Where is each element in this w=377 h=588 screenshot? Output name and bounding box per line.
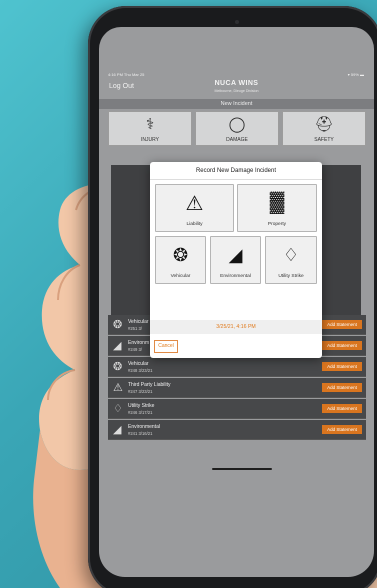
incident-subtitle: #246 3/17/21 [128, 410, 153, 415]
incident-subtitle: #241 3/16/21 [128, 431, 153, 436]
steering-wheel-icon: ❂ [113, 361, 123, 373]
option-label: Environmental [220, 274, 251, 279]
add-statement-button[interactable]: Add Statement [322, 425, 362, 434]
add-statement-button[interactable]: Add Statement [322, 404, 362, 413]
damage-button[interactable]: ◯ DAMAGE [195, 111, 279, 146]
incident-title: Vehicular [128, 361, 149, 367]
incident-subtitle: #251 3/ [128, 326, 142, 331]
category-label: DAMAGE [226, 137, 248, 143]
add-statement-button[interactable]: Add Statement [322, 383, 362, 392]
app-title: NUCA WINS [214, 80, 259, 87]
list-item[interactable]: ❂ Vehicular #248 3/23/21 Add Statement [108, 357, 366, 377]
incident-title: Environmental [128, 424, 160, 430]
incident-title: Third Party Liability [128, 382, 171, 388]
app-subtitle: Melbourne, Dieuge Division [214, 89, 259, 93]
add-statement-button[interactable]: Add Statement [322, 362, 362, 371]
safety-button[interactable]: ⛑ SAFETY [282, 111, 366, 146]
list-item[interactable]: ◢ Environmental #241 3/16/21 Add Stateme… [108, 420, 366, 440]
new-incident-header: New Incident [99, 99, 374, 109]
option-label: Utility Strike [278, 274, 304, 279]
incident-title: Vehicular [128, 319, 149, 325]
home-indicator [212, 468, 272, 470]
spill-icon: ◢ [113, 424, 122, 436]
option-label: Property [267, 222, 287, 227]
power-tower-icon: ♢ [282, 245, 300, 265]
spill-icon: ◢ [228, 245, 243, 265]
camera-dot [235, 20, 239, 24]
incident-subtitle: #249 3/ [128, 347, 142, 352]
slip-fall-icon: ⚠ [185, 193, 204, 215]
cancel-button[interactable]: Cancel [154, 340, 178, 353]
syringe-icon: ⚕ [145, 116, 155, 133]
power-tower-icon: ♢ [113, 403, 123, 415]
damage-incident-modal: Record New Damage Incident ⚠ Liability ▓… [150, 162, 322, 358]
incident-category-row: ⚕ INJURY ◯ DAMAGE ⛑ SAFETY [108, 111, 366, 146]
utility-strike-option[interactable]: ♢ Utility Strike [265, 236, 317, 284]
list-item[interactable]: ⚠ Third Party Liability #247 3/23/21 Add… [108, 378, 366, 398]
incident-datetime[interactable]: 3/25/21, 4:16 PM [150, 320, 322, 334]
injury-button[interactable]: ⚕ INJURY [108, 111, 192, 146]
spill-icon: ◢ [113, 340, 122, 352]
modal-title: Record New Damage Incident [195, 168, 277, 174]
datetime-bar: 3/25/21, 4:16 PM [150, 320, 322, 334]
nav-bar: Log Out NUCA WINS Melbourne, Dieuge Divi… [99, 77, 374, 99]
divider [150, 179, 322, 180]
slip-fall-icon: ⚠ [113, 382, 123, 394]
list-item[interactable]: ♢ Utility Strike #246 3/17/21 Add Statem… [108, 399, 366, 419]
add-statement-button[interactable]: Add Statement [322, 341, 362, 350]
incident-title: Environm [128, 340, 150, 346]
hardhat-icon: ⛑ [314, 116, 334, 133]
category-label: INJURY [141, 137, 159, 143]
incident-subtitle: #247 3/23/21 [128, 389, 153, 394]
environmental-option[interactable]: ◢ Environmental [210, 236, 261, 284]
building-icon: ▓ [269, 191, 285, 213]
section-label: New Incident [220, 101, 253, 107]
option-label: Liability [186, 222, 203, 227]
liability-option[interactable]: ⚠ Liability [155, 184, 234, 232]
steering-wheel-icon: ❂ [113, 319, 123, 331]
incident-title: Utility Strike [128, 403, 155, 409]
incident-subtitle: #248 3/23/21 [128, 368, 153, 373]
egg-icon: ◯ [228, 116, 246, 133]
option-label: Vehicular [170, 274, 191, 279]
vehicular-option[interactable]: ❂ Vehicular [155, 236, 206, 284]
steering-wheel-icon: ❂ [172, 245, 189, 265]
property-option[interactable]: ▓ Property [237, 184, 317, 232]
add-statement-button[interactable]: Add Statement [322, 320, 362, 329]
category-label: SAFETY [314, 137, 334, 143]
